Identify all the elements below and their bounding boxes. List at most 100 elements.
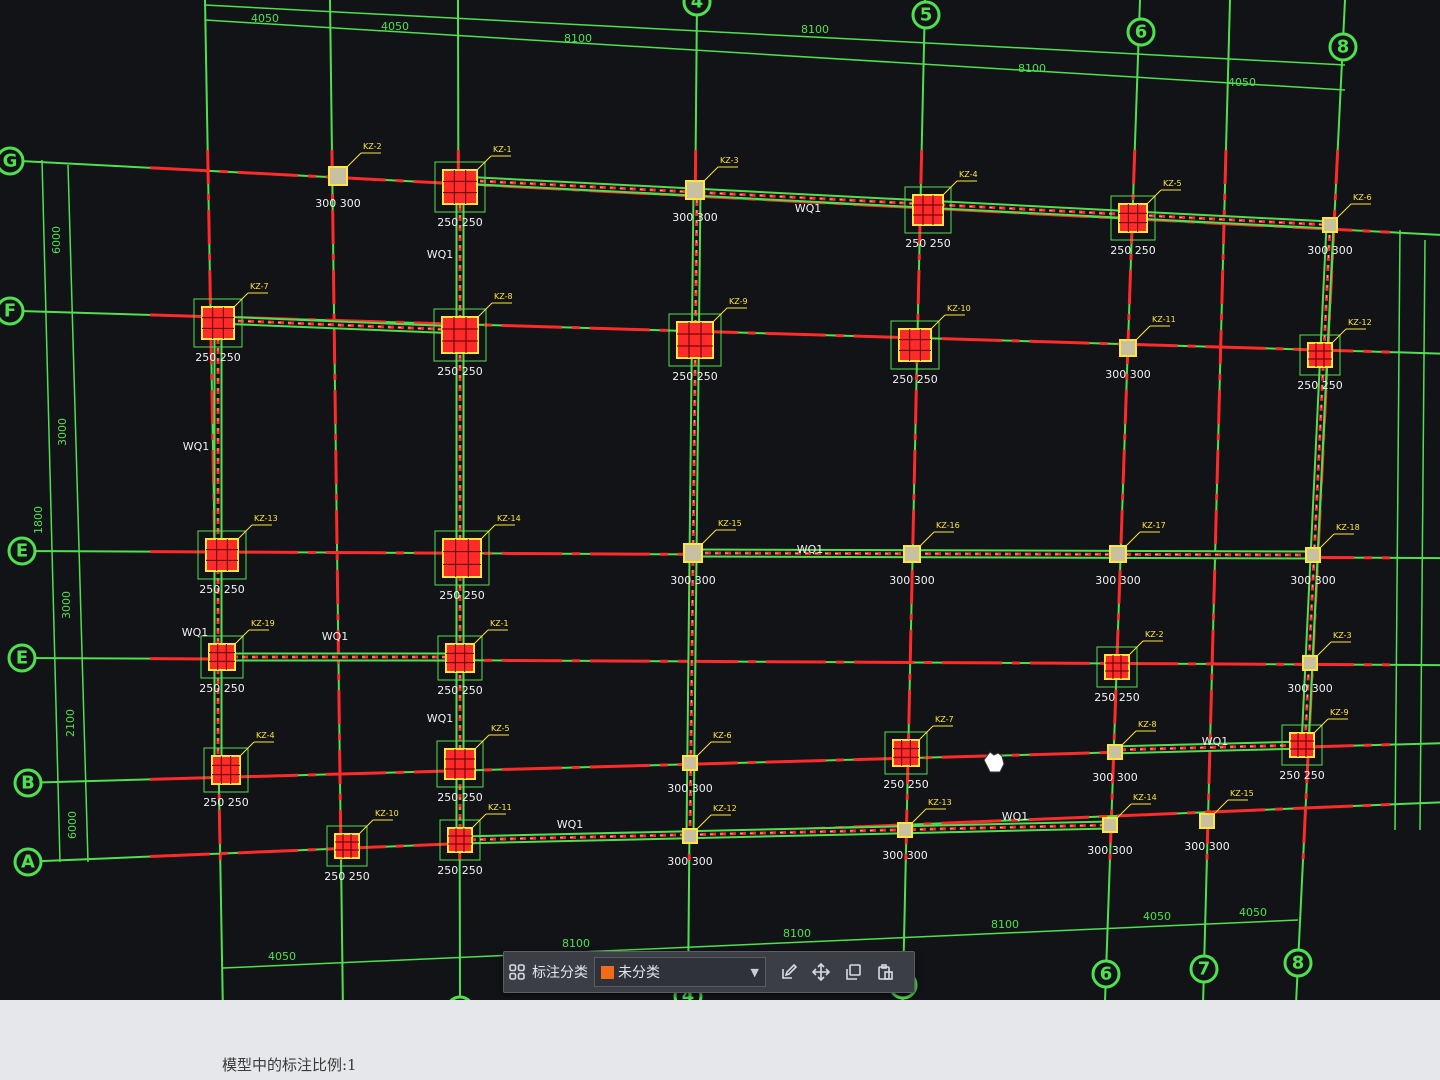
column-label: KZ-13 xyxy=(254,514,278,523)
column-section-small xyxy=(1199,813,1215,829)
column-dimension: 250 250 xyxy=(672,370,718,383)
column-dimension: 250 250 xyxy=(892,373,938,386)
column-section xyxy=(334,833,360,859)
wall-tag: WQ1 xyxy=(427,248,454,261)
column-leader xyxy=(712,307,728,323)
column-section-small xyxy=(897,822,913,838)
column-dimension: 250 250 xyxy=(437,791,483,804)
column-leader xyxy=(233,292,249,308)
structural-plan-drawing[interactable]: ABEEFG123456784568 KZ-1250 250KZ-2300 30… xyxy=(0,0,1440,1000)
bubble-label: 8 xyxy=(1337,37,1350,58)
annotation-toolbar: 标注分类 未分类 ▼ xyxy=(503,951,915,993)
column-label: KZ-19 xyxy=(251,619,275,628)
column-label: KZ-7 xyxy=(935,715,954,724)
column-dimension: 300 300 xyxy=(1287,682,1333,695)
wall-tag: WQ1 xyxy=(322,630,349,643)
column-label: KZ-11 xyxy=(488,803,512,812)
column-section-small xyxy=(682,828,698,844)
category-select[interactable]: 未分类 ▼ xyxy=(594,957,766,987)
column-label: KZ-17 xyxy=(1142,521,1166,530)
dimension-line-left-inner xyxy=(67,164,89,863)
column-section xyxy=(201,306,235,340)
wall-tag: WQ1 xyxy=(183,440,210,453)
drawing-canvas[interactable]: ABEEFG123456784568 KZ-1250 250KZ-2300 30… xyxy=(0,0,1440,1000)
column-dimension: 300 300 xyxy=(672,211,718,224)
column-dimension: 250 250 xyxy=(203,796,249,809)
column-section xyxy=(892,739,920,767)
column-leader xyxy=(919,531,935,547)
column-dimension: 300 300 xyxy=(1087,844,1133,857)
column-dimension: 300 300 xyxy=(667,855,713,868)
dimension-text-left: 3000 xyxy=(56,418,69,446)
bubble-label: E xyxy=(16,541,28,562)
bubble-label: 5 xyxy=(920,5,933,26)
column-label: KZ-8 xyxy=(1138,720,1157,729)
annotation-scale-status: 模型中的标注比例:1 xyxy=(222,1056,357,1074)
dimension-text-left: 1800 xyxy=(32,506,45,534)
column-label: KZ-5 xyxy=(1163,179,1182,188)
column-dimension: 300 300 xyxy=(882,849,928,862)
bubble-label: 4 xyxy=(691,0,704,13)
column-section-small xyxy=(1302,655,1318,671)
paste-icon[interactable] xyxy=(872,959,898,985)
column-dimension: 250 250 xyxy=(905,237,951,250)
grid-bubble-row: B xyxy=(13,768,43,798)
column-label: KZ-2 xyxy=(1145,630,1164,639)
bubble-label: B xyxy=(21,773,35,794)
column-section-small xyxy=(1107,744,1123,760)
column-section-small xyxy=(1119,339,1137,357)
column-section xyxy=(441,316,479,354)
column-label: KZ-6 xyxy=(713,731,732,740)
column-label: KZ-15 xyxy=(1230,789,1254,798)
column-leader xyxy=(1135,325,1151,341)
copy-icon[interactable] xyxy=(840,959,866,985)
column-dimension: 250 250 xyxy=(437,216,483,229)
column-leader xyxy=(1336,203,1352,219)
category-select-value: 未分类 xyxy=(618,965,660,981)
column-dimension: 250 250 xyxy=(1094,691,1140,704)
column-dimension: 300 300 xyxy=(1307,244,1353,257)
column-dimension: 250 250 xyxy=(199,682,245,695)
column-label: KZ-13 xyxy=(928,798,952,807)
column-label: KZ-18 xyxy=(1336,523,1360,532)
move-icon[interactable] xyxy=(808,959,834,985)
dimension-line-right xyxy=(1394,229,1401,831)
column-label: KZ-2 xyxy=(363,142,382,151)
column-label: KZ-11 xyxy=(1152,315,1176,324)
column-label: KZ-7 xyxy=(250,282,269,291)
dimension-text-left: 2100 xyxy=(64,709,77,737)
column-dimension: 250 250 xyxy=(437,684,483,697)
column-label: KZ-5 xyxy=(491,724,510,733)
column-leader xyxy=(1313,718,1329,734)
column-section-small xyxy=(1109,545,1127,563)
column-section xyxy=(442,538,482,578)
column-leader xyxy=(1146,189,1162,205)
column-section xyxy=(1118,203,1148,233)
grid-bubble-column: 6 xyxy=(1091,959,1121,989)
column-dimension: 300 300 xyxy=(315,197,361,210)
column-label: KZ-14 xyxy=(1133,793,1157,802)
grid-bubble-row: G xyxy=(0,146,25,176)
grid-bubble-row: E xyxy=(7,643,37,673)
edit-icon[interactable] xyxy=(776,959,802,985)
grid-bubble-column-top: 4 xyxy=(682,0,712,17)
column-leader xyxy=(911,808,927,824)
dimension-text-top: 4050 xyxy=(381,20,409,33)
grid-bubble-column: 8 xyxy=(1283,948,1313,978)
column-leader xyxy=(471,813,487,829)
wall-tag: WQ1 xyxy=(557,818,584,831)
dimension-text-top: 8100 xyxy=(801,23,829,36)
column-section xyxy=(912,194,944,226)
column-leader xyxy=(703,166,719,182)
bubble-label: F xyxy=(4,301,16,322)
grid-bubble-column-top: 6 xyxy=(1126,17,1156,47)
column-label: KZ-14 xyxy=(497,514,521,523)
wall-tag: WQ1 xyxy=(797,543,824,556)
grid-icon[interactable] xyxy=(504,959,530,985)
dimension-text-bottom: 4050 xyxy=(268,950,296,963)
column-leader xyxy=(1316,641,1332,657)
column-label: KZ-1 xyxy=(493,145,512,154)
column-leader xyxy=(696,741,712,757)
chevron-down-icon: ▼ xyxy=(750,965,759,979)
column-label: KZ-12 xyxy=(713,804,737,813)
